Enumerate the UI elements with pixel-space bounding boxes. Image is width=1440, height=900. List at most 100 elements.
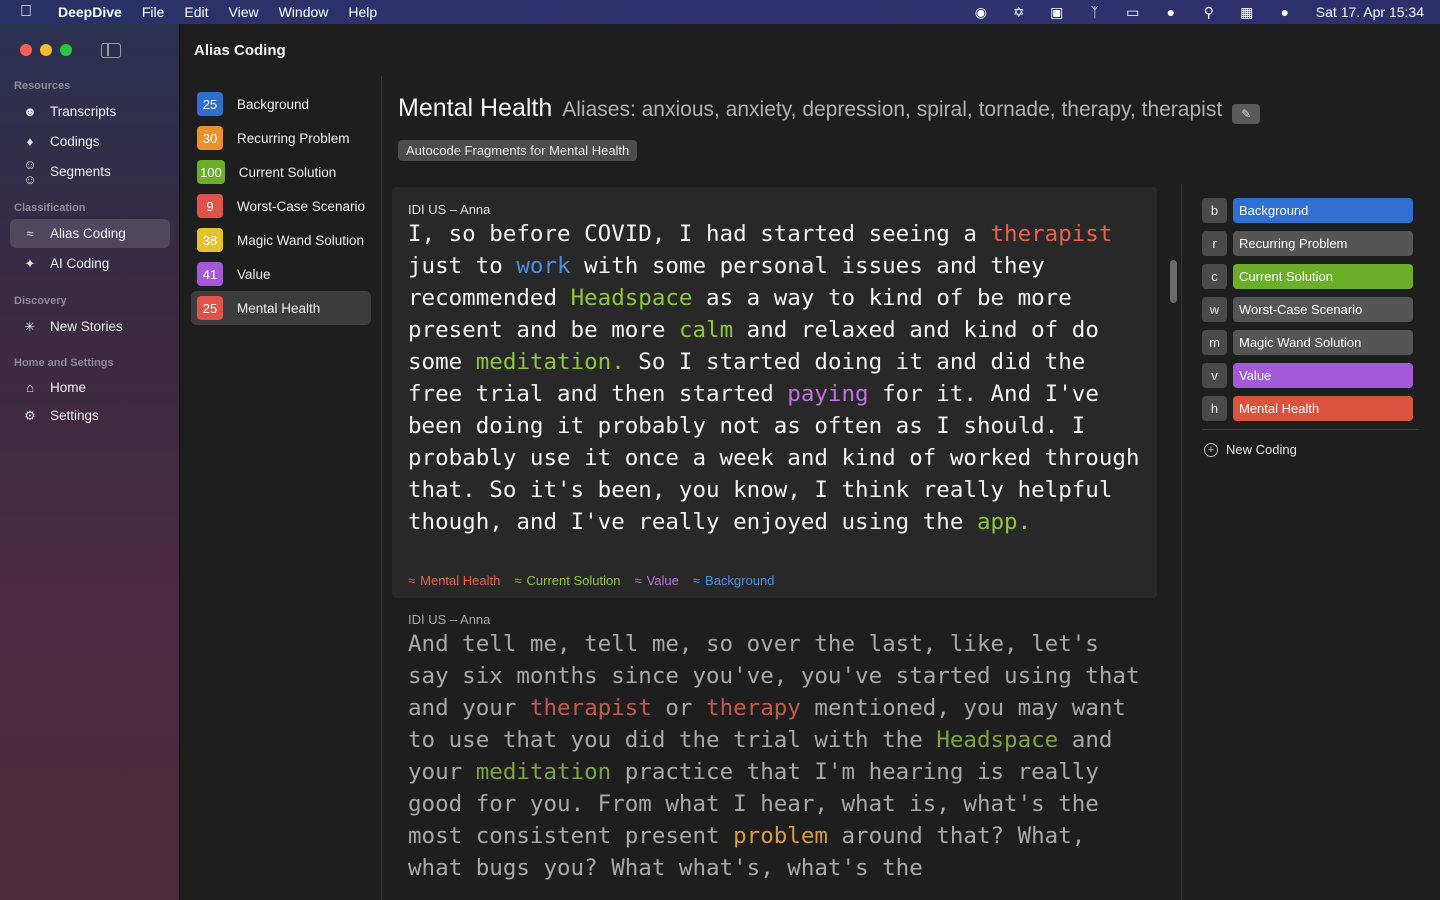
sidebar-item-alias-coding[interactable]: ≈ Alias Coding	[10, 219, 170, 248]
app-window: Resources ☻ Transcripts ♦ Codings ☺☺ Seg…	[0, 24, 1440, 900]
tag-label: Current Solution	[526, 573, 621, 588]
shortcut-label: Value	[1233, 363, 1413, 388]
page-title: Alias Coding	[194, 42, 286, 59]
autocode-button[interactable]: Autocode Fragments for Mental Health	[398, 140, 638, 161]
fragment-source: IDI US – Anna	[408, 202, 491, 217]
shortcut-magic-wand[interactable]: m Magic Wand Solution	[1202, 330, 1422, 355]
apple-icon[interactable]: 	[20, 3, 38, 21]
menu-view[interactable]: View	[229, 4, 259, 20]
detail-title: Mental Health	[398, 94, 553, 122]
shortcut-key: h	[1202, 396, 1227, 421]
app-status-icon[interactable]: ▣	[1038, 4, 1076, 21]
coding-name: Magic Wand Solution	[237, 232, 365, 248]
sidebar-toggle-icon[interactable]	[101, 43, 121, 58]
shortcut-key: b	[1202, 198, 1227, 223]
coding-name: Recurring Problem	[237, 130, 350, 146]
butterfly-icon[interactable]: ✡	[1000, 4, 1038, 21]
count-badge: 25	[197, 296, 223, 320]
minimize-button[interactable]	[40, 44, 52, 56]
sidebar-item-home[interactable]: ⌂ Home	[10, 373, 170, 402]
sidebar-item-label: New Stories	[50, 319, 123, 334]
highlighted-word: work	[516, 253, 571, 279]
sidebar-item-label: Home	[50, 380, 87, 395]
text-run: I, so before COVID, I had started seeing…	[408, 221, 991, 247]
sidebar-item-settings[interactable]: ⚙ Settings	[10, 401, 170, 430]
fragment-card[interactable]: IDI US – Anna I, so before COVID, I had …	[392, 187, 1157, 598]
section-classification: Classification	[14, 202, 86, 214]
menu-window[interactable]: Window	[279, 4, 329, 20]
wifi-icon[interactable]: ●	[1152, 4, 1190, 20]
pencil-icon: ✎	[1241, 107, 1252, 121]
fragment-card[interactable]: IDI US – Anna And tell me, tell me, so o…	[392, 602, 1157, 900]
new-coding-label: New Coding	[1226, 442, 1297, 457]
menu-help[interactable]: Help	[348, 4, 377, 20]
highlighted-word: therapist	[529, 695, 652, 721]
scrollbar-thumb[interactable]	[1170, 260, 1177, 303]
count-badge: 25	[197, 92, 223, 116]
sidebar-item-label: Codings	[50, 134, 100, 149]
sidebar-item-label: AI Coding	[50, 256, 110, 271]
sidebar-item-label: Settings	[50, 408, 99, 423]
coding-name: Background	[237, 96, 310, 112]
coding-row-current-solution[interactable]: 100 Current Solution	[191, 155, 371, 189]
coding-row-worst-case[interactable]: 9 Worst-Case Scenario	[191, 189, 371, 223]
shortcut-label: Recurring Problem	[1233, 231, 1413, 256]
sidebar-item-codings[interactable]: ♦ Codings	[10, 127, 170, 156]
shortcut-mental-health[interactable]: h Mental Health	[1202, 396, 1422, 421]
shortcut-label: Worst-Case Scenario	[1233, 297, 1413, 322]
tag-label: Mental Health	[420, 573, 501, 588]
shortcut-background[interactable]: b Background	[1202, 198, 1422, 223]
fragment-tags: ≈ Mental Health ≈ Current Solution ≈ Value …	[408, 573, 774, 588]
menu-bar:  DeepDive File Edit View Window Help ◉ …	[0, 0, 1440, 24]
coding-row-value[interactable]: 41 Value	[191, 257, 371, 291]
highlighted-word: meditation.	[475, 349, 625, 375]
zoom-button[interactable]	[60, 44, 72, 56]
coding-row-magic-wand[interactable]: 38 Magic Wand Solution	[191, 223, 371, 257]
sidebar-item-ai-coding[interactable]: ✦ AI Coding	[10, 249, 170, 278]
menu-edit[interactable]: Edit	[184, 4, 208, 20]
shortcut-label: Background	[1233, 198, 1413, 223]
section-home-settings: Home and Settings	[14, 357, 114, 369]
tag-label: Value	[646, 573, 679, 588]
coding-row-recurring-problem[interactable]: 30 Recurring Problem	[191, 121, 371, 155]
text-run: or	[651, 695, 707, 721]
tag-mental-health[interactable]: ≈ Mental Health	[408, 573, 500, 588]
bluetooth-icon[interactable]: ᛉ	[1076, 4, 1114, 20]
battery-icon[interactable]: ▭	[1114, 4, 1152, 21]
shortcut-key: r	[1202, 231, 1227, 256]
sparkle-icon: ✦	[24, 255, 36, 271]
coding-name: Worst-Case Scenario	[237, 198, 366, 214]
wave-icon: ≈	[408, 573, 416, 588]
shortcut-recurring-problem[interactable]: r Recurring Problem	[1202, 231, 1422, 256]
coding-row-background[interactable]: 25 Background	[191, 87, 371, 121]
divider	[1202, 429, 1419, 430]
highlighted-word: therapy	[706, 695, 801, 721]
siri-icon[interactable]: ●	[1266, 4, 1304, 20]
menu-file[interactable]: File	[142, 4, 165, 20]
tag-current-solution[interactable]: ≈ Current Solution	[514, 573, 620, 588]
highlighted-word: therapist	[990, 221, 1113, 247]
count-badge: 38	[197, 228, 223, 252]
menu-app-name[interactable]: DeepDive	[58, 4, 122, 20]
search-icon[interactable]: ⚲	[1190, 4, 1228, 21]
count-badge: 30	[197, 126, 223, 150]
shortcut-value[interactable]: v Value	[1202, 363, 1422, 388]
control-center-icon[interactable]: ▦	[1228, 4, 1266, 21]
edit-aliases-button[interactable]: ✎	[1232, 104, 1261, 124]
shortcut-current-solution[interactable]: c Current Solution	[1202, 264, 1422, 289]
wave-icon: ≈	[634, 573, 642, 588]
sidebar-item-transcripts[interactable]: ☻ Transcripts	[10, 97, 170, 126]
tag-value[interactable]: ≈ Value	[634, 573, 678, 588]
fragment-text: And tell me, tell me, so over the last, …	[408, 628, 1148, 884]
shortcut-worst-case[interactable]: w Worst-Case Scenario	[1202, 297, 1422, 322]
chat-icon[interactable]: ◉	[962, 4, 1000, 21]
new-coding-button[interactable]: + New Coding	[1202, 442, 1422, 457]
tag-background[interactable]: ≈ Background	[693, 573, 775, 588]
menu-clock[interactable]: Sat 17. Apr 15:34	[1316, 4, 1424, 20]
sidebar-item-new-stories[interactable]: ✳ New Stories	[10, 312, 170, 341]
shortcut-key: c	[1202, 264, 1227, 289]
close-button[interactable]	[20, 44, 32, 56]
fragment-text: I, so before COVID, I had started seeing…	[408, 218, 1148, 538]
coding-row-mental-health[interactable]: 25 Mental Health	[191, 291, 371, 325]
sidebar-item-segments[interactable]: ☺☺ Segments	[10, 157, 170, 187]
